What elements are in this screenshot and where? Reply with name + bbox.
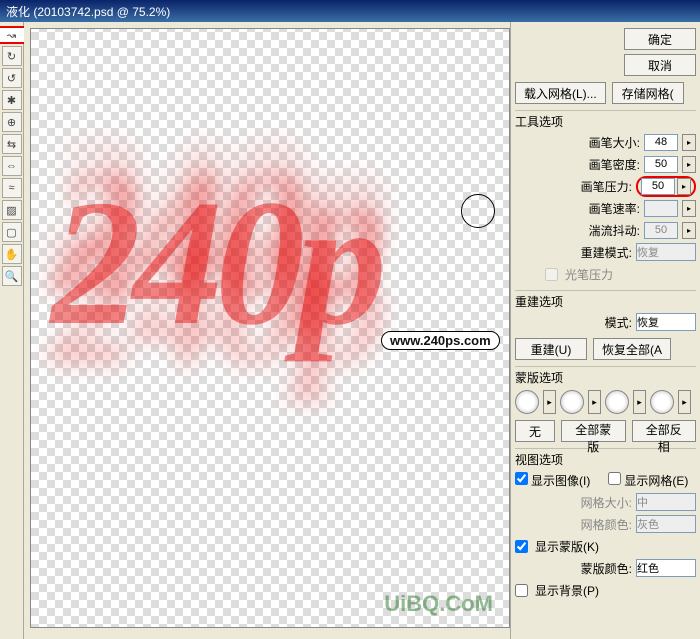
brush-pressure-input[interactable] [641,178,675,195]
show-image-checkbox[interactable] [515,472,528,485]
reconstruct-mode-label: 重建模式: [581,244,632,261]
mask-color-label: 蒙版颜色: [581,560,632,577]
brush-density-stepper[interactable]: ▸ [682,156,696,173]
restore-all-button[interactable]: 恢复全部(A [593,338,671,360]
brush-size-input[interactable] [644,134,678,151]
brush-rate-input [644,200,678,217]
mask-add-icon[interactable] [560,390,584,414]
mesh-size-select [636,493,696,511]
main-area: ↝ ↻ ↺ ✱ ⊕ ⇆ ⇔ ≈ ▨ ▢ ✋ 🔍 240p www.240ps.c… [0,22,700,639]
show-mask-label: 显示蒙版(K) [535,538,599,555]
mesh-color-select [636,515,696,533]
mirror-tool-icon[interactable]: ⇔ [2,156,22,176]
push-tool-icon[interactable]: ⇆ [2,134,22,154]
show-image-label: 显示图像(I) [531,474,590,488]
brush-size-label: 画笔大小: [589,134,640,151]
pucker-tool-icon[interactable]: ✱ [2,90,22,110]
show-mask-checkbox[interactable] [515,540,528,553]
tool-column: ↝ ↻ ↺ ✱ ⊕ ⇆ ⇔ ≈ ▨ ▢ ✋ 🔍 [0,22,24,639]
hand-tool-icon[interactable]: ✋ [2,244,22,264]
ok-button[interactable]: 确定 [624,28,696,50]
turbulence-label: 湍流抖动: [589,222,640,239]
brush-density-input[interactable] [644,156,678,173]
thaw-tool-icon[interactable]: ▢ [2,222,22,242]
mask-add-drop[interactable]: ▸ [588,390,601,414]
mode-select[interactable] [636,313,696,331]
turbulence-input [644,222,678,239]
tool-options-title: 工具选项 [515,110,696,130]
watermark-2: UiBQ.CoM [384,591,493,617]
brush-rate-stepper: ▸ [682,200,696,217]
window-title: 液化 (20103742.psd @ 75.2%) [6,3,170,20]
reconstruct-button[interactable]: 重建(U) [515,338,587,360]
stylus-label: 光笔压力 [565,266,613,283]
save-mesh-button[interactable]: 存储网格( [612,82,684,104]
mode-label: 模式: [605,314,632,331]
show-mesh-label: 显示网格(E) [624,474,688,488]
mask-options-title: 蒙版选项 [515,366,696,386]
turbulence-stepper: ▸ [682,222,696,239]
twirl-cw-tool-icon[interactable]: ↻ [2,46,22,66]
brush-cursor-icon [461,194,495,228]
cancel-button[interactable]: 取消 [624,54,696,76]
reconstruct-options-title: 重建选项 [515,290,696,310]
artwork-text: 240p [51,159,379,366]
brush-size-stepper[interactable]: ▸ [682,134,696,151]
mesh-color-label: 网格颜色: [581,516,632,533]
canvas-wrap: 240p www.240ps.com UiBQ.CoM [24,22,510,639]
brush-pressure-stepper[interactable]: ▸ [677,178,691,195]
brush-pressure-highlight: ▸ [636,176,696,197]
mask-replace-drop[interactable]: ▸ [543,390,556,414]
preview-canvas[interactable]: 240p www.240ps.com UiBQ.CoM [30,28,510,628]
brush-pressure-label: 画笔压力: [581,178,632,195]
brush-rate-label: 画笔速率: [589,200,640,217]
zoom-tool-icon[interactable]: 🔍 [2,266,22,286]
bloat-tool-icon[interactable]: ⊕ [2,112,22,132]
reconstruct-mode-select [636,243,696,261]
mask-subtract-icon[interactable] [605,390,629,414]
show-bg-label: 显示背景(P) [535,582,599,599]
load-mesh-button[interactable]: 载入网格(L)... [515,82,606,104]
stylus-checkbox [545,268,558,281]
watermark-1: www.240ps.com [381,331,500,350]
mask-subtract-drop[interactable]: ▸ [633,390,646,414]
brush-density-label: 画笔密度: [589,156,640,173]
mesh-size-label: 网格大小: [581,494,632,511]
mask-all-button[interactable]: 全部蒙版 [561,420,626,442]
freeze-tool-icon[interactable]: ▨ [2,200,22,220]
options-panel: 确定 取消 载入网格(L)... 存储网格( 工具选项 画笔大小: ▸ 画笔密度… [510,22,700,639]
mask-none-button[interactable]: 无 [515,420,555,442]
mask-color-select[interactable] [636,559,696,577]
show-bg-checkbox[interactable] [515,584,528,597]
invert-all-button[interactable]: 全部反相 [632,420,697,442]
mask-intersect-icon[interactable] [650,390,674,414]
turbulence-tool-icon[interactable]: ≈ [2,178,22,198]
show-mesh-checkbox[interactable] [608,472,621,485]
title-bar: 液化 (20103742.psd @ 75.2%) [0,0,700,22]
twirl-ccw-tool-icon[interactable]: ↺ [2,68,22,88]
mask-replace-icon[interactable] [515,390,539,414]
mask-intersect-drop[interactable]: ▸ [678,390,691,414]
